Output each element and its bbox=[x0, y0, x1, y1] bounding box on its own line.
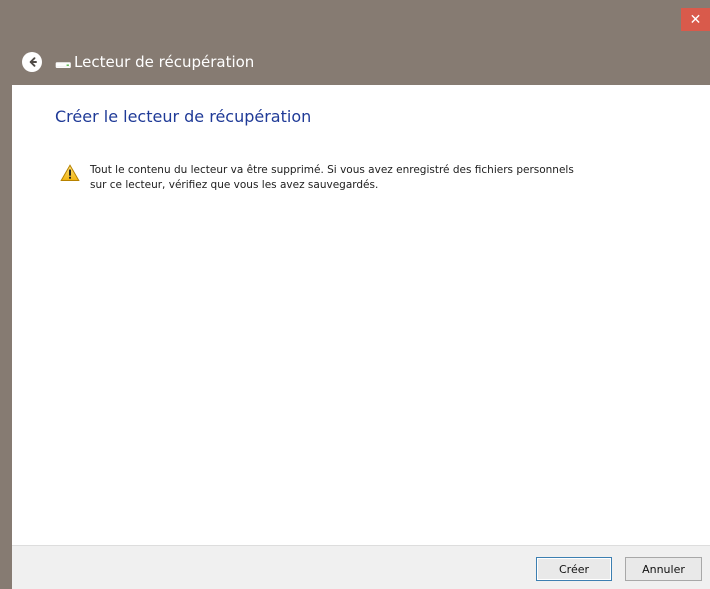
window-title: Lecteur de récupération bbox=[74, 53, 255, 71]
warning-icon bbox=[60, 164, 80, 181]
dialog-footer: Créer Annuler bbox=[12, 545, 710, 589]
close-button[interactable]: ✕ bbox=[681, 8, 710, 31]
warning-text-line-2: sur ce lecteur, vérifiez que vous les av… bbox=[90, 179, 379, 191]
page-title: Créer le lecteur de récupération bbox=[55, 107, 312, 126]
navigation-row: Lecteur de récupération bbox=[0, 47, 710, 77]
warning-text: Tout le contenu du lecteur va être suppr… bbox=[90, 163, 650, 193]
close-icon: ✕ bbox=[689, 11, 702, 28]
window-left-border bbox=[0, 0, 12, 589]
back-arrow-icon bbox=[29, 57, 37, 67]
cancel-button[interactable]: Annuler bbox=[625, 557, 702, 581]
main-content: Créer le lecteur de récupération Tout le… bbox=[12, 85, 710, 545]
back-button[interactable] bbox=[22, 52, 42, 72]
warning-message: Tout le contenu du lecteur va être suppr… bbox=[60, 163, 680, 193]
create-button[interactable]: Créer bbox=[536, 557, 612, 581]
window: ✕ Lecteur de récupération Créer le lecte… bbox=[0, 0, 710, 589]
drive-icon bbox=[55, 62, 71, 68]
warning-text-line-1: Tout le contenu du lecteur va être suppr… bbox=[90, 164, 574, 176]
